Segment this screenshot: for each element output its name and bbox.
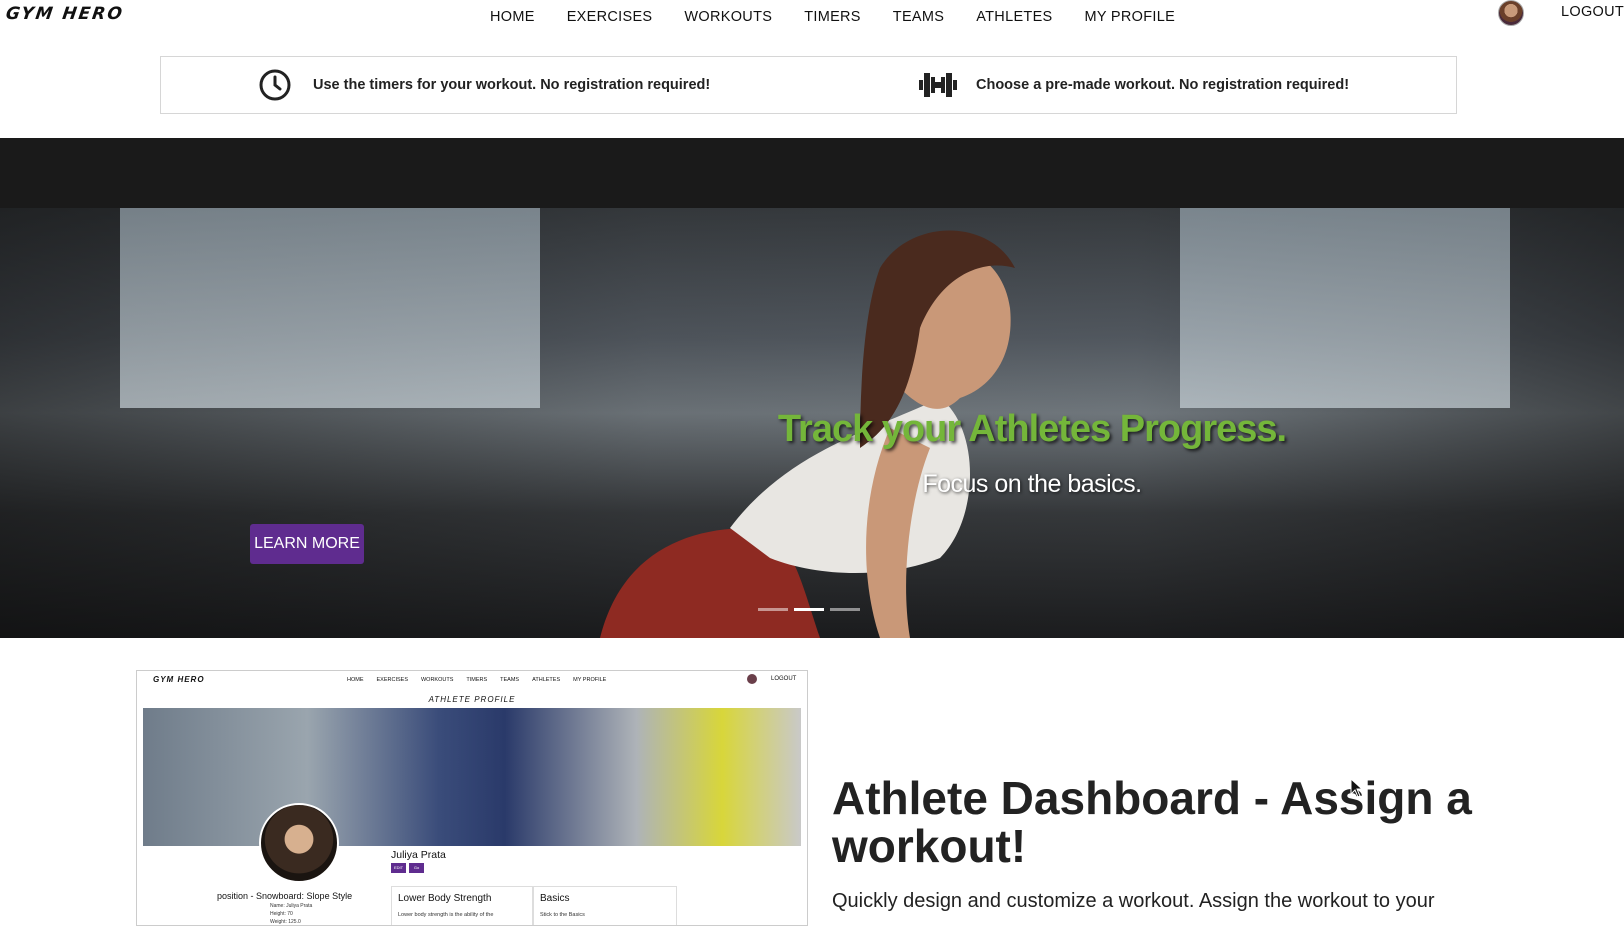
nav-teams[interactable]: TEAMS (893, 9, 944, 25)
preview-detail: Height: 70 (270, 911, 293, 917)
nav-home[interactable]: HOME (490, 9, 535, 25)
preview-heading: ATHLETE PROFILE (428, 695, 516, 704)
carousel-indicator-1[interactable] (758, 608, 788, 611)
hero-carousel: Track your Athletes Progress. Focus on t… (0, 138, 1624, 638)
workout-info-text: Choose a pre-made workout. No registrati… (976, 77, 1350, 93)
preview-card-title: Lower Body Strength (398, 893, 492, 904)
preview-back-tag: Go Back (409, 863, 424, 880)
timers-info-text: Use the timers for your workout. No regi… (313, 77, 711, 93)
preview-card: Basics Stick to the Basics (533, 886, 677, 925)
avatar[interactable] (1498, 0, 1524, 26)
top-nav: GYM HERO HOME EXERCISES WORKOUTS TIMERS … (0, 0, 1624, 40)
dashboard-title: Athlete Dashboard - Assign a workout! (832, 772, 1472, 872)
hero-title: Track your Athletes Progress. (777, 408, 1287, 450)
nav-links: HOME EXERCISES WORKOUTS TIMERS TEAMS ATH… (490, 9, 1207, 25)
gym-window (1180, 208, 1510, 408)
clock-icon (255, 65, 295, 105)
preview-avatar (747, 674, 757, 684)
preview-logout: LOGOUT (771, 676, 797, 682)
preview-nav-link: EXERCISES (376, 677, 408, 683)
preview-nav-link: ATHLETES (532, 677, 561, 683)
workout-info[interactable]: Choose a pre-made workout. No registrati… (918, 57, 1349, 113)
preview-card-title: Basics (540, 893, 570, 904)
preview-logo: GYM HERO (153, 675, 205, 684)
timers-info[interactable]: Use the timers for your workout. No regi… (255, 57, 710, 113)
preview-nav-link: HOME (347, 677, 364, 683)
nav-workouts[interactable]: WORKOUTS (684, 9, 772, 25)
dashboard-text: Quickly design and customize a workout. … (832, 890, 1435, 912)
preview-nav-link: WORKOUTS (420, 677, 454, 683)
carousel-indicator-3[interactable] (830, 608, 860, 611)
preview-nav-links: HOME EXERCISES WORKOUTS TIMERS TEAMS ATH… (347, 677, 606, 683)
preview-card-text: Lower body strength is the ability of th… (398, 912, 494, 918)
preview-card-text: Stick to the Basics (540, 912, 585, 918)
preview-nav-link: MY PROFILE (573, 677, 607, 683)
learn-more-button[interactable]: LEARN MORE (250, 524, 364, 564)
logo[interactable]: GYM HERO (5, 4, 126, 24)
preview-nav-link: TIMERS (466, 677, 488, 683)
mouse-cursor-icon (1350, 778, 1364, 798)
preview-detail: Name: Juliya Prata (270, 903, 313, 909)
preview-profile-photo (259, 803, 339, 883)
preview-card: Lower Body Strength Lower body strength … (391, 886, 533, 925)
preview-tags: EDIT Go Back (391, 863, 424, 880)
info-banner: Use the timers for your workout. No regi… (160, 56, 1457, 114)
carousel-indicator-2[interactable] (794, 608, 824, 611)
logout-link[interactable]: LOGOUT (1561, 4, 1624, 20)
preview-detail: Weight: 125.0 (270, 919, 301, 925)
carousel-indicators (758, 608, 860, 611)
preview-edit-tag: EDIT (391, 863, 406, 873)
preview-athlete-name: Juliya Prata (391, 849, 446, 861)
nav-my-profile[interactable]: MY PROFILE (1085, 9, 1176, 25)
nav-timers[interactable]: TIMERS (804, 9, 861, 25)
preview-position: position - Snowboard: Slope Style (217, 891, 353, 901)
hero-subtitle: Focus on the basics. (922, 470, 1142, 498)
gym-window (120, 208, 540, 408)
preview-banner-image (143, 708, 801, 846)
athlete-profile-preview: GYM HERO HOME EXERCISES WORKOUTS TIMERS … (136, 670, 808, 926)
dumbbell-icon (918, 65, 958, 105)
preview-nav-link: TEAMS (500, 677, 520, 683)
nav-athletes[interactable]: ATHLETES (976, 9, 1052, 25)
nav-exercises[interactable]: EXERCISES (567, 9, 653, 25)
